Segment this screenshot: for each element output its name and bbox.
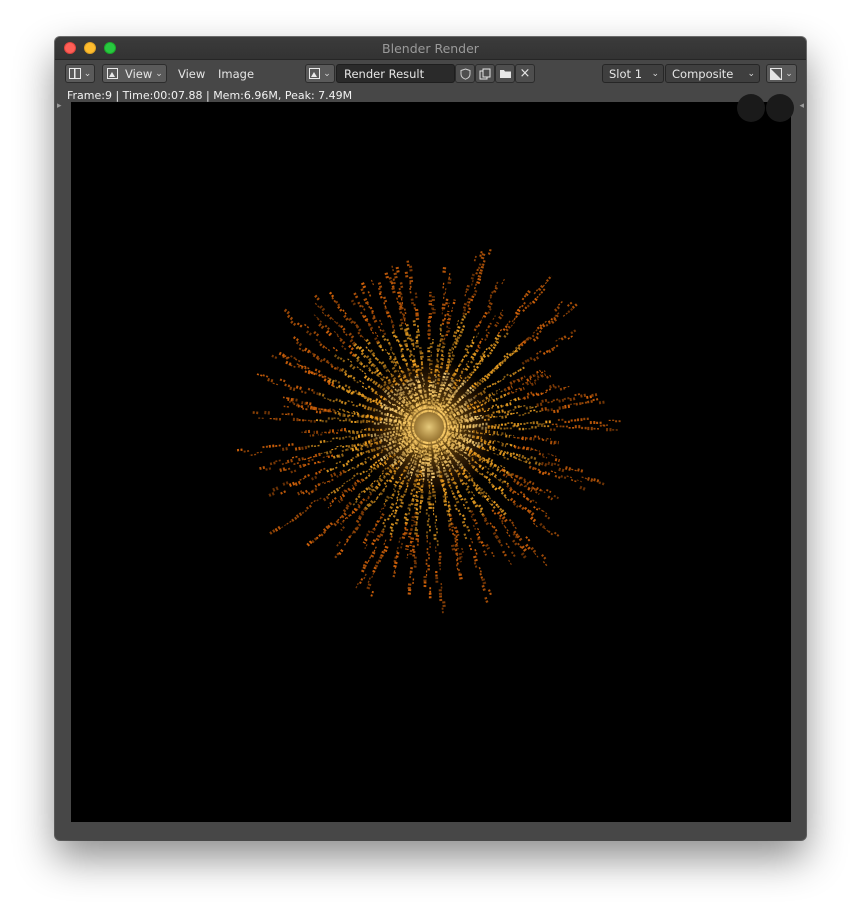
layer-dropdown[interactable]: Composite ⌄ (665, 64, 760, 83)
toolshelf-toggle-icon[interactable]: ▸ (57, 101, 62, 111)
render-info-text: Frame:9 | Time:00:07.88 | Mem:6.96M, Pea… (67, 89, 353, 102)
properties-toggle-icon[interactable]: ◂ (799, 101, 804, 111)
display-channels-button[interactable]: ⌄ (766, 64, 797, 83)
view-menu[interactable]: View (178, 64, 205, 83)
chevron-down-icon: ⌄ (651, 68, 659, 79)
display-channels-icon (770, 67, 783, 80)
image-name-field[interactable]: Render Result (336, 64, 455, 83)
chevron-down-icon: ⌄ (323, 68, 331, 79)
browse-image-button[interactable]: ⌄ (305, 64, 335, 83)
shield-icon (460, 67, 470, 80)
slot-dropdown[interactable]: Slot 1 ⌄ (602, 64, 664, 83)
unlink-image-button[interactable]: × (515, 64, 535, 83)
image-menu[interactable]: Image (218, 64, 254, 83)
chevron-down-icon: ⌄ (83, 68, 92, 79)
image-editor-icon (68, 68, 81, 79)
image-editor-header: ⌄ View ⌄ View Image ⌄ Render Result × Sl… (55, 60, 806, 87)
image-icon (107, 68, 118, 79)
render-viewport[interactable] (71, 102, 791, 822)
close-icon: × (519, 66, 531, 81)
image-browse-icon (309, 68, 321, 79)
window-title: Blender Render (382, 41, 479, 56)
title-bar[interactable]: Blender Render (55, 37, 806, 60)
particle-burst-image (235, 247, 623, 615)
new-document-icon (479, 68, 491, 79)
chevron-down-icon: ⌄ (747, 68, 755, 79)
zoom-gizmo-button[interactable] (766, 94, 794, 122)
slot-label: Slot 1 (609, 66, 643, 81)
layer-label: Composite (672, 66, 734, 81)
editor-type-button[interactable]: ⌄ (65, 64, 95, 83)
render-window: Blender Render ⌄ View ⌄ View Image ⌄ Ren… (55, 37, 806, 840)
folder-icon (499, 70, 511, 78)
fake-user-button[interactable] (455, 64, 475, 83)
open-image-button[interactable] (495, 64, 515, 83)
chevron-down-icon: ⌄ (785, 68, 793, 79)
chevron-down-icon: ⌄ (155, 68, 163, 79)
navigation-gizmo-button[interactable] (737, 94, 765, 122)
new-image-button[interactable] (475, 64, 495, 83)
view-dropdown-label: View (125, 66, 153, 81)
view-menu-dropdown[interactable]: View ⌄ (102, 64, 167, 83)
